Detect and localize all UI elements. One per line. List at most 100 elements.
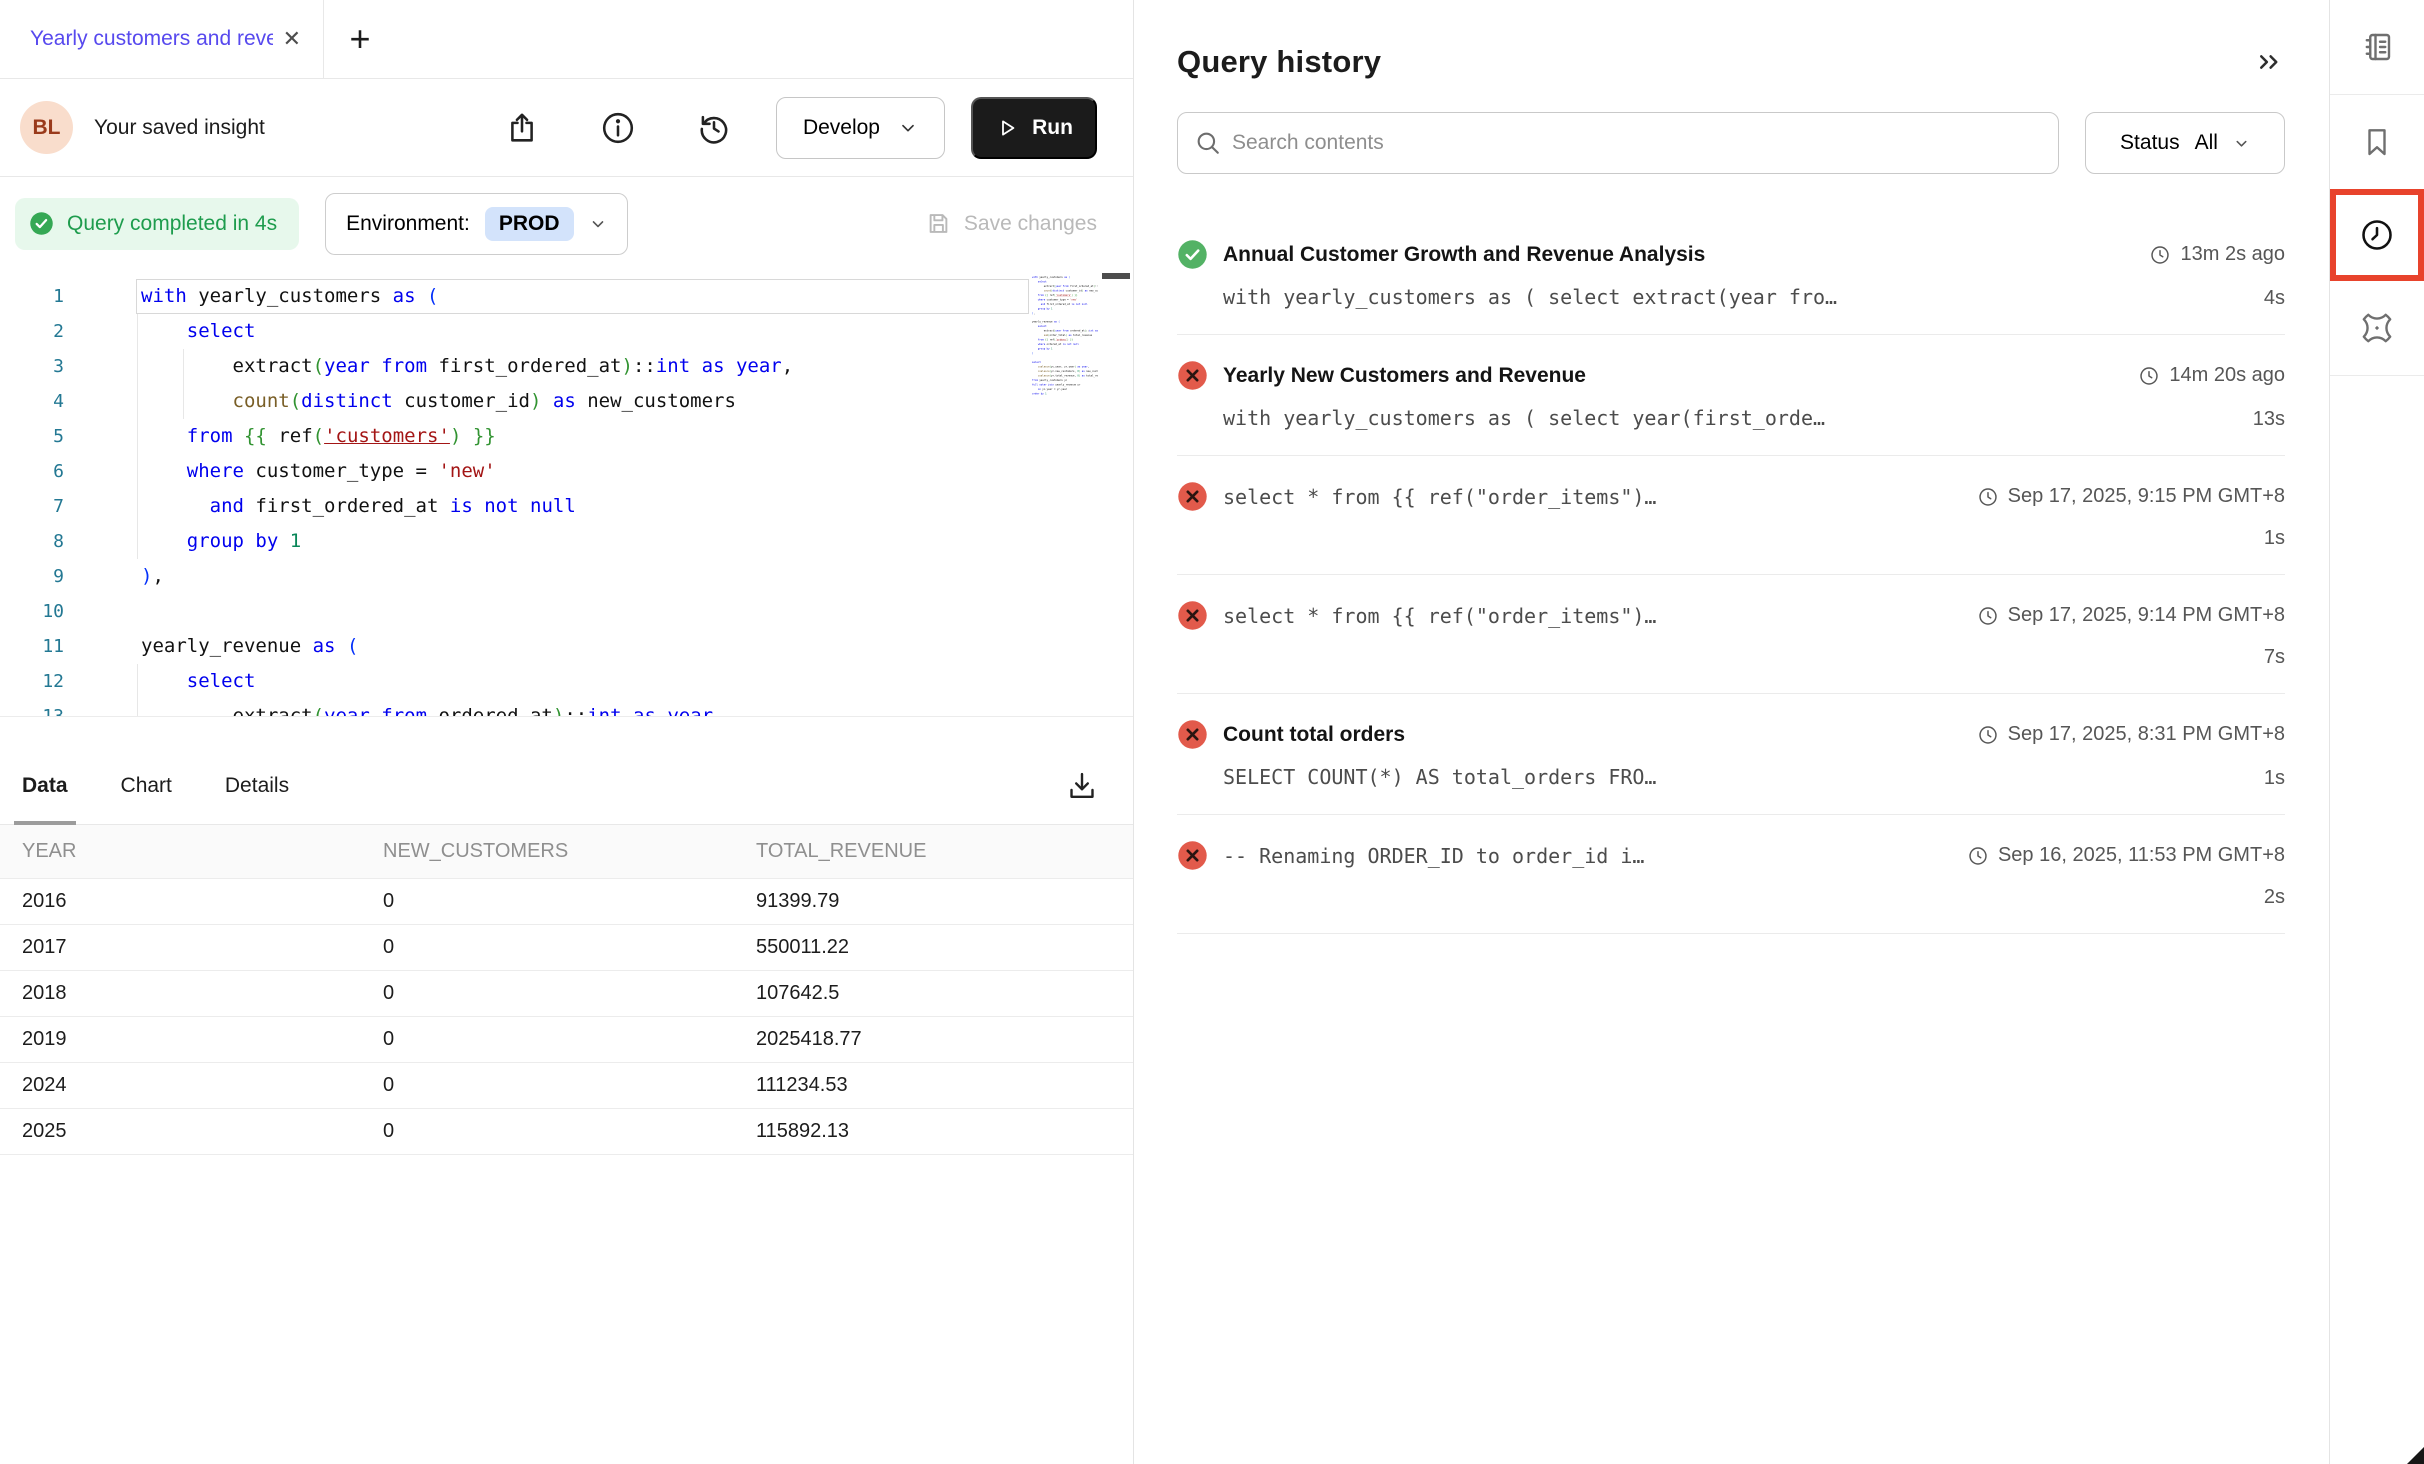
tab-bar: Yearly customers and revenue ✕ + bbox=[0, 0, 1133, 79]
tab-chart[interactable]: Chart bbox=[121, 747, 172, 824]
dbt-icon[interactable] bbox=[2330, 281, 2424, 375]
history-item-detail-row: 2s bbox=[1177, 886, 2285, 909]
table-row: 201902025418.77 bbox=[0, 1017, 1133, 1063]
query-history-item[interactable]: -- Renaming ORDER_ID to order_id i…Sep 1… bbox=[1177, 815, 2285, 934]
history-item-time: 13m 2s ago bbox=[2133, 243, 2285, 266]
column-header-new-customers: NEW_CUSTOMERS bbox=[383, 840, 756, 863]
query-history-icon[interactable] bbox=[2330, 189, 2424, 281]
chevron-down-icon bbox=[898, 118, 918, 138]
status-filter-value: All bbox=[2195, 131, 2218, 155]
code-line: 3 extract(year from first_ordered_at)::i… bbox=[0, 349, 1133, 384]
history-item-time: Sep 17, 2025, 8:31 PM GMT+8 bbox=[1961, 723, 2285, 746]
close-icon[interactable]: ✕ bbox=[283, 26, 301, 52]
error-icon bbox=[1177, 719, 1208, 750]
query-status-text: Query completed in 4s bbox=[67, 212, 277, 236]
info-icon[interactable] bbox=[600, 110, 636, 146]
history-item-duration: 7s bbox=[2264, 646, 2285, 669]
insight-toolbar: BL Your saved insight Develop bbox=[0, 79, 1133, 177]
environment-label: Environment: bbox=[346, 212, 470, 236]
code-text: extract(year from ordered_at)::int as ye… bbox=[141, 699, 725, 717]
query-history-item[interactable]: Count total ordersSep 17, 2025, 8:31 PM … bbox=[1177, 694, 2285, 815]
line-number: 4 bbox=[0, 384, 64, 419]
line-number: 10 bbox=[0, 594, 64, 629]
line-number: 2 bbox=[0, 314, 64, 349]
code-text: ), bbox=[141, 559, 164, 594]
history-item-detail-row: SELECT COUNT(*) AS total_orders FRO…1s bbox=[1177, 765, 2285, 790]
history-item-duration: 1s bbox=[2264, 767, 2285, 790]
clock-icon bbox=[1977, 486, 1999, 508]
history-item-query: select * from {{ ref("order_items")… bbox=[1223, 485, 1946, 509]
clock-icon bbox=[2149, 244, 2171, 266]
history-item-detail-row: with yearly_customers as ( select extrac… bbox=[1177, 285, 2285, 310]
code-text: extract(year from first_ordered_at)::int… bbox=[141, 349, 793, 384]
save-changes-button[interactable]: Save changes bbox=[925, 210, 1097, 237]
environment-selector[interactable]: Environment: PROD bbox=[325, 193, 627, 255]
table-cell: 2024 bbox=[0, 1074, 383, 1097]
line-number: 8 bbox=[0, 524, 64, 559]
history-item-title: Yearly New Customers and Revenue bbox=[1223, 364, 2107, 388]
download-icon[interactable] bbox=[1065, 769, 1099, 803]
code-line: 11yearly_revenue as ( bbox=[0, 629, 1133, 664]
clock-icon bbox=[1967, 845, 1989, 867]
query-history-item[interactable]: select * from {{ ref("order_items")…Sep … bbox=[1177, 456, 2285, 575]
query-history-item[interactable]: select * from {{ ref("order_items")…Sep … bbox=[1177, 575, 2285, 694]
code-line: 1with yearly_customers as ( bbox=[0, 279, 1133, 314]
toolbar-icon-group bbox=[504, 110, 732, 146]
code-line: 5 from {{ ref('customers') }} bbox=[0, 419, 1133, 454]
history-item-duration: 4s bbox=[2264, 287, 2285, 310]
history-item-time: Sep 17, 2025, 9:14 PM GMT+8 bbox=[1961, 604, 2285, 627]
query-history-item[interactable]: Yearly New Customers and Revenue14m 20s … bbox=[1177, 335, 2285, 456]
history-item-main-row: select * from {{ ref("order_items")…Sep … bbox=[1177, 600, 2285, 631]
run-button[interactable]: Run bbox=[971, 97, 1097, 159]
error-icon bbox=[1177, 600, 1208, 631]
code-line: 12 select bbox=[0, 664, 1133, 699]
sql-editor[interactable]: 1with yearly_customers as (2 select3 ext… bbox=[0, 270, 1133, 717]
line-number: 1 bbox=[0, 279, 64, 314]
tab-data-label: Data bbox=[22, 774, 68, 798]
splitter[interactable] bbox=[0, 717, 1133, 747]
tab-data[interactable]: Data bbox=[22, 747, 68, 824]
code-line: 10 bbox=[0, 594, 1133, 629]
query-status-badge: Query completed in 4s bbox=[15, 198, 299, 250]
status-filter-dropdown[interactable]: Status All bbox=[2085, 112, 2285, 174]
line-number: 7 bbox=[0, 489, 64, 524]
code-line: 7 and first_ordered_at is not null bbox=[0, 489, 1133, 524]
editor-code: 1with yearly_customers as (2 select3 ext… bbox=[0, 279, 1133, 717]
new-tab-button[interactable]: + bbox=[324, 0, 396, 78]
status-filter-label: Status bbox=[2120, 131, 2180, 155]
tab-details[interactable]: Details bbox=[225, 747, 289, 824]
develop-button[interactable]: Develop bbox=[776, 97, 945, 159]
share-icon[interactable] bbox=[504, 110, 540, 146]
tab-label: Yearly customers and revenue bbox=[30, 27, 273, 51]
version-history-icon[interactable] bbox=[696, 110, 732, 146]
develop-label: Develop bbox=[803, 116, 880, 140]
chevron-down-icon bbox=[2233, 135, 2250, 152]
plus-icon: + bbox=[349, 18, 370, 60]
bookmark-icon[interactable] bbox=[2330, 95, 2424, 189]
table-cell: 0 bbox=[383, 982, 756, 1005]
history-item-detail-row: with yearly_customers as ( select year(f… bbox=[1177, 406, 2285, 431]
table-cell: 2025 bbox=[0, 1120, 383, 1143]
table-cell: 0 bbox=[383, 936, 756, 959]
code-line: 2 select bbox=[0, 314, 1133, 349]
table-row: 20180107642.5 bbox=[0, 971, 1133, 1017]
code-text: order by 1 bbox=[1032, 391, 1047, 395]
table-cell: 0 bbox=[383, 890, 756, 913]
error-icon bbox=[1177, 360, 1208, 391]
table-cell: 2017 bbox=[0, 936, 383, 959]
table-cell: 0 bbox=[383, 1120, 756, 1143]
history-item-query: SELECT COUNT(*) AS total_orders FRO… bbox=[1223, 765, 2264, 789]
editor-minimap[interactable]: with yearly_customers as ( select extrac… bbox=[1032, 275, 1098, 707]
query-history-item[interactable]: Annual Customer Growth and Revenue Analy… bbox=[1177, 214, 2285, 335]
code-text: group by 1 bbox=[1032, 347, 1053, 351]
notebook-icon[interactable] bbox=[2330, 0, 2424, 94]
save-changes-label: Save changes bbox=[964, 212, 1097, 236]
error-icon bbox=[1177, 481, 1208, 512]
search-input[interactable] bbox=[1177, 112, 2059, 174]
collapse-panel-icon[interactable] bbox=[2255, 47, 2285, 77]
history-item-duration: 2s bbox=[2264, 886, 2285, 909]
right-rail bbox=[2329, 0, 2424, 1464]
editor-scrollbar-thumb[interactable] bbox=[1102, 273, 1130, 279]
tab-yearly-customers-and-revenue[interactable]: Yearly customers and revenue ✕ bbox=[0, 0, 324, 78]
run-label: Run bbox=[1032, 116, 1073, 140]
